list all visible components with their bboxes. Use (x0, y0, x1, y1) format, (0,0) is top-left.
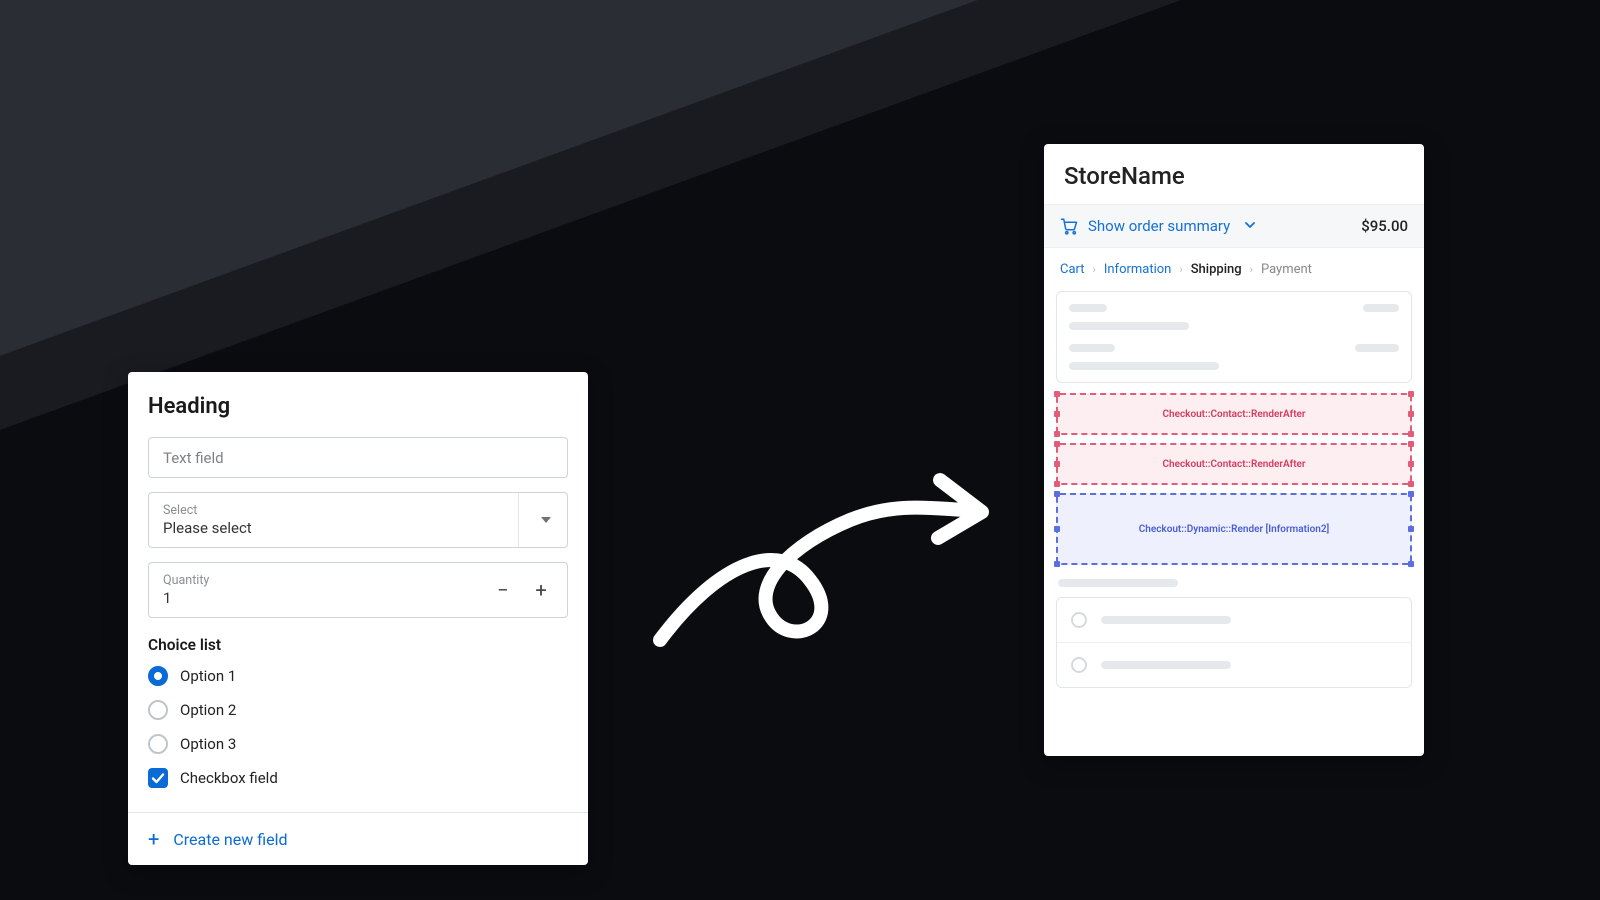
checkbox-label: Checkbox field (180, 769, 278, 787)
order-total: $95.00 (1361, 217, 1408, 235)
summary-toggle-label: Show order summary (1088, 217, 1230, 235)
text-field-placeholder: Text field (163, 449, 553, 467)
cart-icon (1060, 217, 1078, 235)
skeleton-line (1101, 616, 1231, 624)
skeleton-line (1058, 579, 1178, 587)
store-name: StoreName (1064, 162, 1404, 190)
radio-icon (1071, 612, 1087, 628)
radio-icon (148, 700, 168, 720)
form-builder-card: Heading Text field Select Please select … (128, 372, 588, 865)
quantity-stepper[interactable]: Quantity 1 − + (148, 562, 568, 618)
create-field-label: Create new field (173, 830, 287, 849)
radio-label: Option 2 (180, 701, 236, 719)
checkout-breadcrumb: Cart › Information › Shipping › Payment (1044, 248, 1424, 287)
extension-slot-dynamic-render[interactable]: Checkout::Dynamic::Render [Information2] (1056, 493, 1412, 565)
crumb-cart[interactable]: Cart (1060, 262, 1085, 277)
checkout-preview-card: StoreName Show order summary $95.00 Cart… (1044, 144, 1424, 756)
chevron-right-icon: › (1093, 263, 1096, 276)
crumb-payment: Payment (1261, 262, 1312, 277)
radio-label: Option 1 (180, 667, 236, 685)
select-value: Please select (163, 519, 553, 537)
crumb-shipping: Shipping (1191, 262, 1242, 277)
form-heading: Heading (148, 394, 568, 419)
minus-icon[interactable]: − (491, 578, 515, 602)
checkbox-icon (148, 768, 168, 788)
plus-icon[interactable]: + (529, 578, 553, 602)
radio-option-1[interactable]: Option 1 (148, 666, 568, 686)
extension-slot-contact-render-after-1[interactable]: Checkout::Contact::RenderAfter (1056, 393, 1412, 435)
select-field[interactable]: Select Please select (148, 492, 568, 548)
radio-option-2[interactable]: Option 2 (148, 700, 568, 720)
text-field-input[interactable]: Text field (148, 437, 568, 478)
chevron-right-icon: › (1250, 263, 1253, 276)
list-item (1057, 598, 1411, 642)
extension-slot-contact-render-after-2[interactable]: Checkout::Contact::RenderAfter (1056, 443, 1412, 485)
radio-icon (148, 734, 168, 754)
select-label: Select (163, 503, 553, 518)
skeleton-list (1056, 597, 1412, 688)
extension-label: Checkout::Dynamic::Render [Information2] (1139, 524, 1330, 535)
arrow-icon (640, 440, 1000, 670)
order-summary-toggle[interactable]: Show order summary $95.00 (1044, 204, 1424, 248)
choice-list-heading: Choice list (148, 636, 568, 654)
chevron-right-icon: › (1179, 263, 1182, 276)
store-header: StoreName (1044, 144, 1424, 204)
create-new-field-button[interactable]: + Create new field (128, 812, 588, 865)
checkbox-field[interactable]: Checkbox field (148, 768, 568, 788)
skeleton-line (1101, 661, 1231, 669)
radio-label: Option 3 (180, 735, 236, 753)
chevron-down-icon (1244, 217, 1256, 235)
plus-icon: + (148, 829, 159, 849)
radio-icon (148, 666, 168, 686)
extension-label: Checkout::Contact::RenderAfter (1162, 459, 1305, 470)
list-item (1057, 642, 1411, 687)
radio-icon (1071, 657, 1087, 673)
extension-label: Checkout::Contact::RenderAfter (1162, 409, 1305, 420)
radio-option-3[interactable]: Option 3 (148, 734, 568, 754)
skeleton-panel (1056, 291, 1412, 383)
chevron-down-icon (541, 517, 551, 523)
crumb-information[interactable]: Information (1104, 262, 1172, 277)
